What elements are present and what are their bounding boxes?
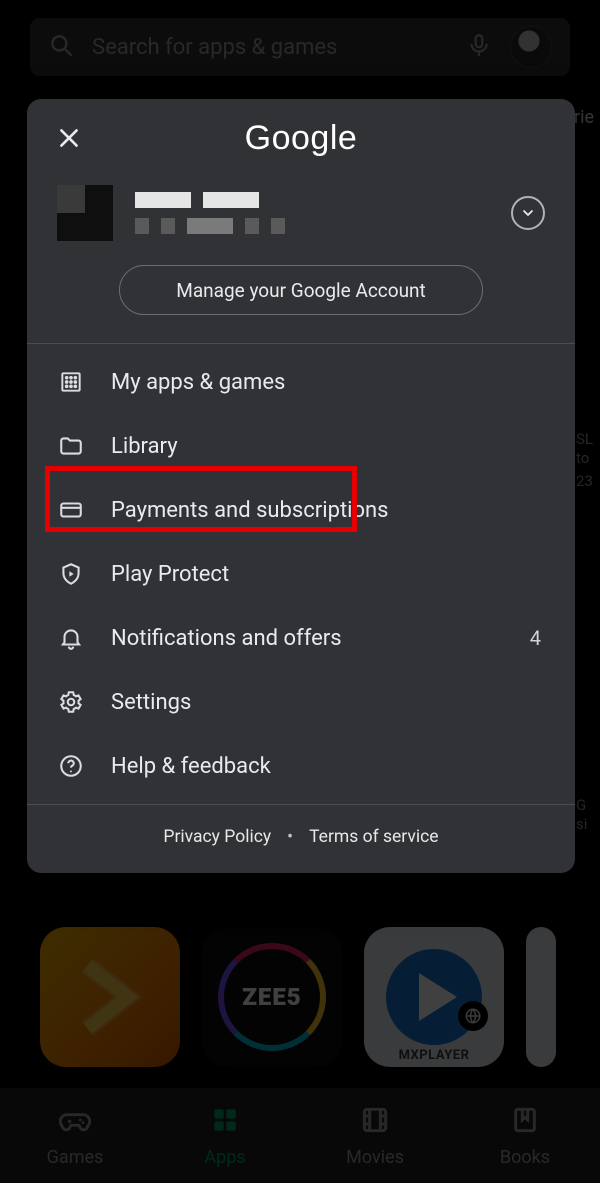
divider (27, 343, 575, 344)
side-hint-2: G si (576, 796, 587, 834)
menu-item-label: Notifications and offers (111, 626, 342, 651)
bookmark-icon (509, 1104, 541, 1141)
app-tile[interactable] (40, 927, 180, 1067)
search-placeholder: Search for apps & games (92, 35, 448, 60)
app-tile[interactable] (526, 927, 556, 1067)
mic-icon[interactable] (466, 32, 492, 62)
nav-games[interactable]: Games (0, 1088, 150, 1183)
nav-label: Movies (346, 1147, 404, 1168)
separator-dot: • (287, 827, 293, 847)
avatar[interactable] (510, 26, 552, 68)
menu-item-label: My apps & games (111, 370, 285, 395)
terms-of-service-link[interactable]: Terms of service (309, 827, 439, 847)
account-sheet: Google Manage your Google Account My app… (27, 99, 575, 873)
apps-icon (209, 1104, 241, 1141)
gear-icon (57, 688, 85, 716)
bell-icon (57, 624, 85, 652)
nav-movies[interactable]: Movies (300, 1088, 450, 1183)
sheet-footer: Privacy Policy • Terms of service (27, 805, 575, 873)
app-tile[interactable]: ZEE5 (202, 927, 342, 1067)
menu-settings[interactable]: Settings (27, 670, 575, 734)
menu-help[interactable]: Help & feedback (27, 734, 575, 798)
menu-notifications[interactable]: Notifications and offers 4 (27, 606, 575, 670)
category-label-fragment: rie (574, 107, 594, 128)
menu-payments[interactable]: Payments and subscriptions (27, 478, 575, 542)
nav-label: Games (47, 1147, 104, 1168)
shield-play-icon (57, 560, 85, 588)
divider (27, 804, 575, 805)
account-row[interactable] (27, 177, 575, 241)
account-name-redacted (135, 192, 489, 234)
nav-books[interactable]: Books (450, 1088, 600, 1183)
help-icon (57, 752, 85, 780)
menu-item-label: Library (111, 434, 178, 459)
menu-library[interactable]: Library (27, 414, 575, 478)
close-button[interactable] (49, 118, 89, 158)
manage-account-button[interactable]: Manage your Google Account (119, 265, 483, 315)
google-logo: Google (89, 119, 513, 158)
manage-account-label: Manage your Google Account (176, 279, 426, 302)
menu-play-protect[interactable]: Play Protect (27, 542, 575, 606)
expand-accounts-button[interactable] (511, 196, 545, 230)
menu-my-apps-games[interactable]: My apps & games (27, 350, 575, 414)
menu-items: My apps & games Library Payments and sub… (27, 344, 575, 804)
privacy-policy-link[interactable]: Privacy Policy (163, 827, 271, 847)
bottom-nav: Games Apps Movies Books (0, 1087, 600, 1183)
folder-icon (57, 432, 85, 460)
gamepad-icon (59, 1104, 91, 1141)
account-avatar (57, 185, 113, 241)
nav-apps[interactable]: Apps (150, 1088, 300, 1183)
film-icon (359, 1104, 391, 1141)
nav-label: Apps (204, 1147, 245, 1168)
side-hint-1: SL to 23 (576, 430, 593, 491)
grid-icon (57, 368, 85, 396)
search-icon (48, 32, 74, 62)
search-bar[interactable]: Search for apps & games (30, 18, 570, 76)
menu-item-label: Settings (111, 690, 191, 715)
app-tile[interactable]: MXPLAYER (364, 927, 504, 1067)
mxplayer-label: MXPLAYER (364, 1048, 504, 1063)
menu-item-label: Payments and subscriptions (111, 498, 389, 523)
card-icon (57, 496, 85, 524)
notification-count: 4 (530, 626, 541, 650)
app-tile-row: ZEE5 MXPLAYER (40, 927, 556, 1067)
nav-label: Books (500, 1147, 550, 1168)
menu-item-label: Play Protect (111, 562, 229, 587)
menu-item-label: Help & feedback (111, 754, 271, 779)
